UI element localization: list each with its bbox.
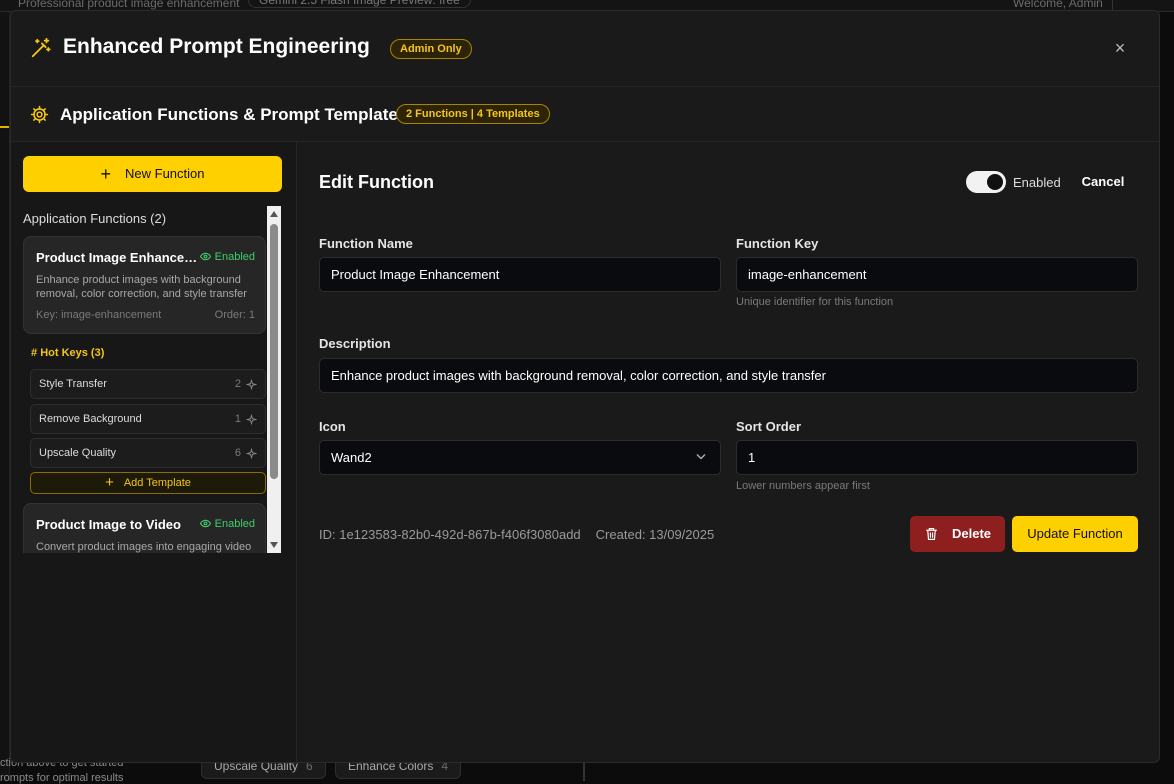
- edit-function-panel: Edit Function Enabled Cancel Function Na…: [298, 142, 1159, 762]
- sparkle-icon: #: [31, 347, 38, 359]
- description-input[interactable]: Enhance product images with background r…: [319, 358, 1138, 393]
- icon-select[interactable]: Wand2: [319, 440, 721, 475]
- function-id: ID: 1e123583-82b0-492d-867b-f406f3080add: [319, 527, 581, 542]
- hotkey-item[interactable]: Upscale Quality 6: [30, 438, 266, 468]
- function-description: Convert product images into engaging vid…: [36, 541, 252, 553]
- add-template-button[interactable]: + Add Template: [30, 472, 266, 494]
- background-subtitle: Professional product image enhancement: [18, 0, 240, 10]
- button-label: Add Template: [123, 477, 191, 489]
- count-badge: 2 Functions | 4 Templates: [396, 104, 550, 124]
- function-name-label: Function Name: [319, 236, 413, 251]
- accent-line: [0, 126, 9, 128]
- status-label: Enabled: [214, 251, 255, 263]
- sort-order-label: Sort Order: [736, 419, 802, 434]
- icon-label: Icon: [319, 419, 346, 434]
- hotkeys-label: Hot Keys (3): [40, 347, 105, 359]
- sparkle-icon: [246, 414, 257, 425]
- function-name-input[interactable]: Product Image Enhancement: [319, 257, 721, 292]
- toggle-knob: [987, 174, 1003, 190]
- hotkey-item[interactable]: Remove Background 1: [30, 404, 266, 434]
- select-value: Wand2: [331, 450, 372, 465]
- divider: [583, 760, 585, 781]
- button-label: Delete: [952, 526, 992, 541]
- plus-icon: +: [105, 474, 114, 491]
- description-label: Description: [319, 336, 391, 351]
- function-key: Key: image-enhancement: [36, 309, 162, 321]
- panel-title: Edit Function: [319, 172, 434, 192]
- new-function-button[interactable]: + New Function: [23, 156, 282, 192]
- toggle-label: Enabled: [1013, 175, 1061, 190]
- enabled-toggle[interactable]: [966, 171, 1006, 193]
- section-header: Application Functions & Prompt Templates…: [11, 87, 1159, 142]
- hotkey-count: 1: [234, 413, 241, 425]
- function-key-input[interactable]: image-enhancement: [736, 257, 1138, 292]
- button-label: New Function: [125, 166, 205, 181]
- function-card[interactable]: Product Image Enhancement Enabled Enhanc…: [23, 236, 266, 334]
- hotkey-item[interactable]: Style Transfer 2: [30, 369, 266, 399]
- eye-icon: [199, 519, 211, 528]
- background-hint: rompts for optimal results: [0, 772, 124, 784]
- sort-order-input[interactable]: 1: [736, 440, 1138, 475]
- scroll-down-icon[interactable]: [270, 542, 278, 548]
- delete-button[interactable]: Delete: [910, 516, 1005, 552]
- admin-only-badge: Admin Only: [390, 39, 472, 59]
- hotkey-count: 2: [234, 378, 241, 390]
- status-badge: Enabled: [199, 251, 255, 263]
- function-name: Product Image to Video: [36, 517, 181, 532]
- eye-icon: [199, 252, 211, 261]
- section-title: Application Functions & Prompt Templates: [60, 105, 408, 124]
- function-order: Order: 1: [214, 309, 255, 321]
- welcome-text: Welcome, Admin: [1013, 0, 1103, 10]
- function-card[interactable]: Product Image to Video Enabled Convert p…: [23, 503, 266, 553]
- status-badge: Enabled: [199, 518, 255, 530]
- hotkey-label: Upscale Quality: [39, 447, 117, 459]
- model-pill[interactable]: Gemini 2.5 Flash Image Preview: free: [248, 0, 471, 8]
- hotkey-label: Style Transfer: [39, 378, 107, 390]
- function-key-hint: Unique identifier for this function: [736, 296, 894, 308]
- wand-icon: [30, 37, 52, 59]
- function-name: Product Image Enhancement: [36, 250, 198, 265]
- scrollbar-thumb[interactable]: [270, 224, 278, 479]
- functions-sidebar: + New Function Application Functions (2) …: [11, 142, 297, 762]
- prompt-engineering-modal: Enhanced Prompt Engineering Admin Only ×…: [10, 10, 1160, 763]
- function-key-label: Function Key: [736, 236, 819, 251]
- status-label: Enabled: [214, 518, 255, 530]
- close-icon[interactable]: ×: [1111, 39, 1129, 57]
- hotkey-count: 6: [234, 447, 241, 459]
- function-meta: ID: 1e123583-82b0-492d-867b-f406f3080add…: [319, 527, 714, 542]
- functions-list[interactable]: Application Functions (2) Product Image …: [23, 206, 281, 553]
- chevron-down-icon: [696, 453, 706, 460]
- hotkeys-title: # Hot Keys (3): [31, 347, 104, 359]
- function-description: Enhance product images with background r…: [36, 274, 247, 300]
- scroll-up-icon[interactable]: [270, 211, 278, 217]
- modal-title: Enhanced Prompt Engineering: [63, 35, 370, 58]
- sparkle-icon: [246, 448, 257, 459]
- hotkey-label: Remove Background: [39, 413, 142, 425]
- background-sidebar: [0, 12, 10, 781]
- sparkle-icon: [246, 379, 257, 390]
- created-date: Created: 13/09/2025: [595, 527, 715, 542]
- sort-order-hint: Lower numbers appear first: [736, 480, 870, 492]
- modal-header: Enhanced Prompt Engineering Admin Only ×: [11, 11, 1159, 87]
- gear-icon: [30, 105, 49, 124]
- cancel-button[interactable]: Cancel: [1075, 168, 1131, 196]
- functions-list-title: Application Functions (2): [23, 211, 167, 226]
- trash-icon: [925, 527, 938, 541]
- list-scrollbar[interactable]: [267, 206, 281, 553]
- update-function-button[interactable]: Update Function: [1012, 516, 1138, 552]
- plus-icon: +: [100, 164, 112, 184]
